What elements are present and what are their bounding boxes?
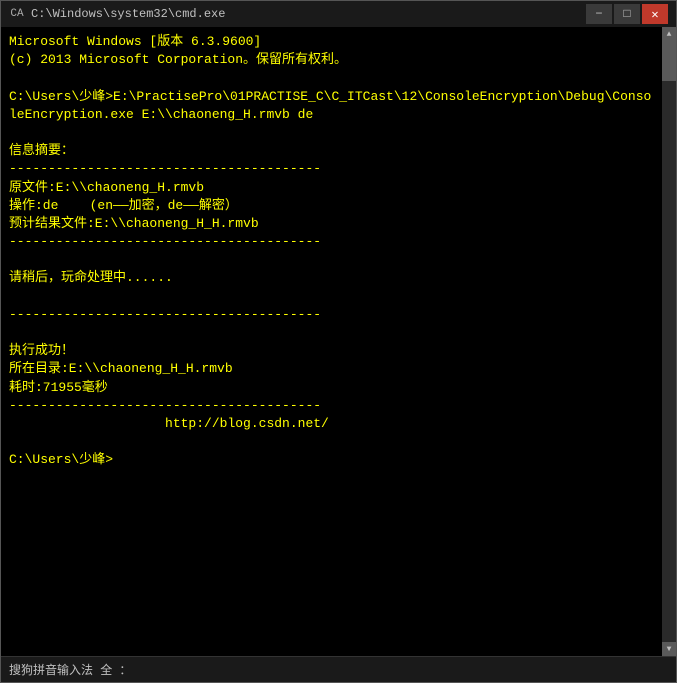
title-bar-buttons: − □ ✕ — [586, 4, 668, 24]
window-title: C:\Windows\system32\cmd.exe — [31, 7, 225, 21]
title-bar: CA C:\Windows\system32\cmd.exe − □ ✕ — [1, 1, 676, 27]
scroll-up-arrow[interactable]: ▲ — [662, 27, 676, 41]
ime-status: 搜狗拼音输入法 全 ： — [9, 661, 131, 678]
terminal-text: Microsoft Windows [版本 6.3.9600] (c) 2013… — [9, 33, 654, 470]
cmd-window: CA C:\Windows\system32\cmd.exe − □ ✕ Mic… — [0, 0, 677, 683]
scrollbar-thumb[interactable] — [662, 41, 676, 81]
scroll-down-arrow[interactable]: ▼ — [662, 642, 676, 656]
terminal-output[interactable]: Microsoft Windows [版本 6.3.9600] (c) 2013… — [1, 27, 662, 656]
content-area: Microsoft Windows [版本 6.3.9600] (c) 2013… — [1, 27, 676, 656]
scrollbar-track[interactable] — [662, 41, 676, 642]
cmd-icon: CA — [9, 6, 25, 22]
close-button[interactable]: ✕ — [642, 4, 668, 24]
maximize-button[interactable]: □ — [614, 4, 640, 24]
status-bar: 搜狗拼音输入法 全 ： — [1, 656, 676, 682]
title-bar-left: CA C:\Windows\system32\cmd.exe — [9, 6, 225, 22]
scrollbar[interactable]: ▲ ▼ — [662, 27, 676, 656]
minimize-button[interactable]: − — [586, 4, 612, 24]
